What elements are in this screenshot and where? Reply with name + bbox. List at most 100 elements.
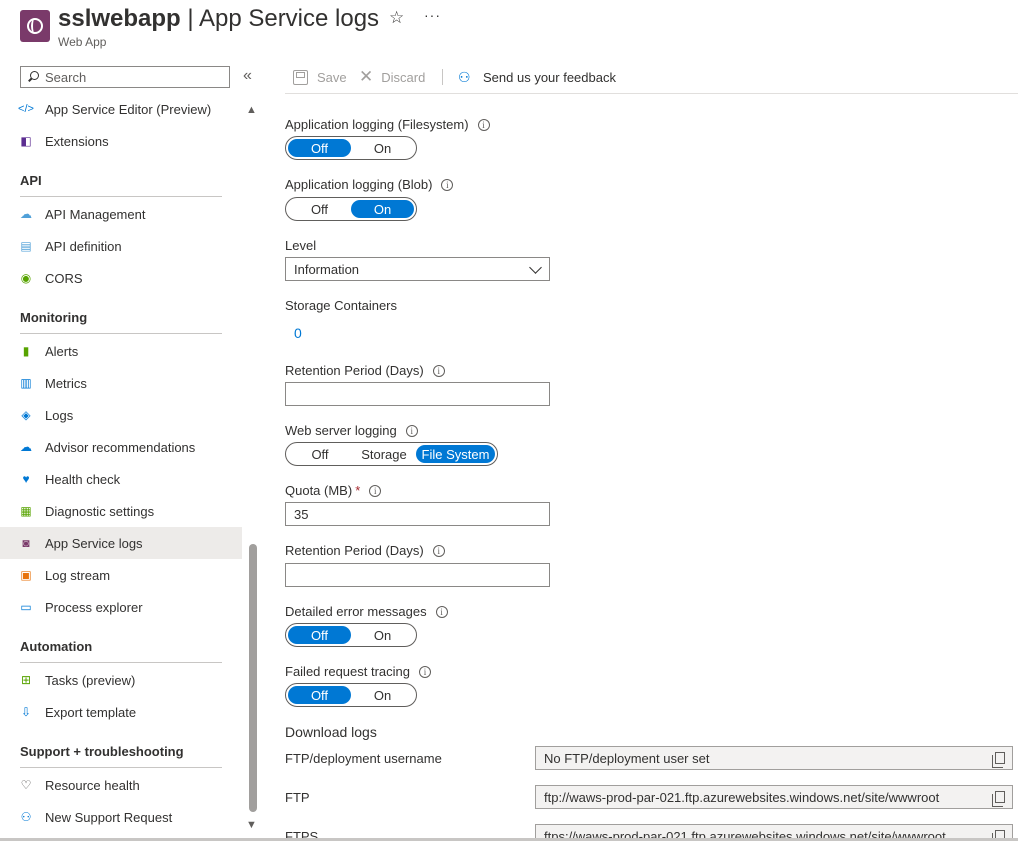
more-options-icon[interactable]: ··· — [424, 7, 441, 23]
section-api: API — [20, 173, 42, 188]
sidebar-item-new-support-request[interactable]: ⚇ New Support Request — [0, 801, 242, 833]
save-label: Save — [317, 69, 347, 85]
command-bar: Save ✕ Discard ⚇ Send us your feedback — [285, 66, 1018, 94]
sidebar-item-health-check[interactable]: ♥ Health check — [0, 463, 242, 495]
toggle-option-off[interactable]: Off — [288, 626, 351, 644]
sidebar-item-advisor-recommendations[interactable]: ☁ Advisor recommendations — [0, 431, 242, 463]
info-icon[interactable]: i — [369, 484, 382, 497]
retention-period-input[interactable] — [285, 563, 550, 587]
sidebar-item-extensions[interactable]: ◧ Extensions — [0, 125, 242, 157]
scroll-up-icon[interactable]: ▲ — [246, 104, 257, 116]
resource-name: sslwebapp — [58, 5, 181, 32]
sidebar-item-resource-health[interactable]: ♡ Resource health — [0, 769, 242, 801]
api-management-icon: ☁ — [20, 207, 32, 221]
feedback-button[interactable]: ⚇ Send us your feedback — [458, 66, 616, 88]
storage-containers-label: Storage Containers — [285, 298, 398, 313]
feedback-label: Send us your feedback — [483, 69, 616, 85]
toggle-option-off[interactable]: Off — [288, 139, 351, 157]
toggle-option-off[interactable]: Off — [288, 445, 352, 463]
field-label: Retention Period (Days) — [285, 363, 424, 378]
app-logging-fs-label: Application logging (Filesystem) i — [285, 117, 490, 132]
alerts-icon: ▮ — [22, 344, 30, 358]
toggle-option-off[interactable]: Off — [288, 200, 351, 218]
web-app-icon — [20, 10, 50, 42]
retention-period-input[interactable] — [285, 382, 550, 406]
search-input[interactable]: Search — [20, 66, 230, 88]
toggle-option-on[interactable]: On — [351, 139, 414, 157]
sidebar-item-cors[interactable]: ◉ CORS — [0, 262, 242, 294]
info-icon[interactable]: i — [435, 605, 448, 618]
scroll-down-icon[interactable]: ▼ — [246, 819, 257, 831]
sidebar-item-log-stream[interactable]: ▣ Log stream — [0, 559, 242, 591]
section-support-troubleshooting: Support + troubleshooting — [20, 744, 184, 759]
save-button[interactable]: Save — [293, 66, 347, 88]
page-title: sslwebapp | App Service logs — [58, 5, 379, 33]
required-asterisk: * — [355, 483, 361, 498]
favorite-star-icon[interactable]: ☆ — [389, 8, 404, 28]
info-icon[interactable]: i — [441, 178, 454, 191]
web-server-logging-toggle[interactable]: Off Storage File System — [285, 442, 498, 466]
field-label: Detailed error messages — [285, 604, 427, 619]
save-icon — [293, 69, 308, 85]
retention-period-label: Retention Period (Days) i — [285, 363, 445, 378]
discard-button[interactable]: ✕ Discard — [359, 66, 425, 88]
collapse-sidebar-icon[interactable]: « — [243, 67, 252, 85]
discard-label: Discard — [381, 69, 426, 85]
health-check-icon: ♥ — [22, 472, 30, 486]
failed-request-toggle[interactable]: Off On — [285, 683, 417, 707]
copy-icon[interactable] — [992, 791, 1005, 807]
ftp-username-value: No FTP/deployment user set — [544, 750, 710, 766]
sidebar-item-alerts[interactable]: ▮ Alerts — [0, 335, 242, 367]
chevron-down-icon — [529, 261, 542, 274]
field-label: Application logging (Filesystem) — [285, 117, 469, 132]
export-template-icon: ⇩ — [20, 705, 32, 719]
sidebar-item-label: App Service Editor (Preview) — [45, 101, 212, 117]
download-logs-heading: Download logs — [285, 724, 377, 740]
sidebar-item-api-definition[interactable]: ▤ API definition — [0, 230, 242, 262]
storage-containers-link[interactable]: 0 — [294, 325, 302, 341]
sidebar-item-app-service-editor[interactable]: </> App Service Editor (Preview) — [0, 93, 242, 125]
diagnostic-settings-icon: ▦ — [20, 504, 32, 518]
toggle-option-off[interactable]: Off — [288, 686, 351, 704]
info-icon[interactable]: i — [405, 424, 418, 437]
sidebar-item-metrics[interactable]: ▥ Metrics — [0, 367, 242, 399]
log-stream-icon: ▣ — [20, 568, 32, 582]
sidebar-scrollbar[interactable]: ▲ ▼ — [246, 104, 260, 835]
toggle-option-on[interactable]: On — [351, 200, 414, 218]
quota-input[interactable]: 35 — [285, 502, 550, 526]
app-logging-blob-toggle[interactable]: Off On — [285, 197, 417, 221]
section-divider — [20, 767, 222, 768]
quota-label: Quota (MB) * i — [285, 483, 382, 498]
sidebar-item-process-explorer[interactable]: ▭ Process explorer — [0, 591, 242, 623]
copy-icon[interactable] — [992, 752, 1005, 768]
sidebar-item-app-service-logs[interactable]: ◙ App Service logs — [0, 527, 242, 559]
section-divider — [20, 196, 222, 197]
toggle-option-on[interactable]: On — [351, 626, 414, 644]
sidebar-item-api-management[interactable]: ☁ API Management — [0, 198, 242, 230]
resource-health-icon: ♡ — [20, 778, 32, 792]
info-icon[interactable]: i — [419, 665, 432, 678]
level-dropdown[interactable]: Information — [285, 257, 550, 281]
code-icon: </> — [18, 103, 34, 115]
info-icon[interactable]: i — [432, 364, 445, 377]
detailed-errors-toggle[interactable]: Off On — [285, 623, 417, 647]
sidebar-item-tasks[interactable]: ⊞ Tasks (preview) — [0, 664, 242, 696]
web-server-logging-label: Web server logging i — [285, 423, 418, 438]
info-icon[interactable]: i — [477, 118, 490, 131]
sidebar-item-logs[interactable]: ◈ Logs — [0, 399, 242, 431]
sidebar-item-label: CORS — [45, 270, 83, 286]
sidebar-nav: </> App Service Editor (Preview) ◧ Extensi… — [0, 93, 242, 841]
sidebar-item-label: App Service logs — [45, 535, 143, 551]
sidebar-item-export-template[interactable]: ⇩ Export template — [0, 696, 242, 728]
ftp-label: FTP — [285, 790, 310, 805]
app-logging-fs-toggle[interactable]: Off On — [285, 136, 417, 160]
process-explorer-icon: ▭ — [20, 600, 32, 614]
toggle-option-storage[interactable]: Storage — [352, 445, 416, 463]
scrollbar-thumb[interactable] — [249, 544, 257, 812]
sidebar-item-diagnostic-settings[interactable]: ▦ Diagnostic settings — [0, 495, 242, 527]
sidebar-item-label: Tasks (preview) — [45, 672, 136, 688]
toggle-option-on[interactable]: On — [351, 686, 414, 704]
toggle-option-file-system[interactable]: File System — [416, 445, 495, 463]
info-icon[interactable]: i — [432, 544, 445, 557]
sidebar-item-label: Health check — [45, 471, 121, 487]
